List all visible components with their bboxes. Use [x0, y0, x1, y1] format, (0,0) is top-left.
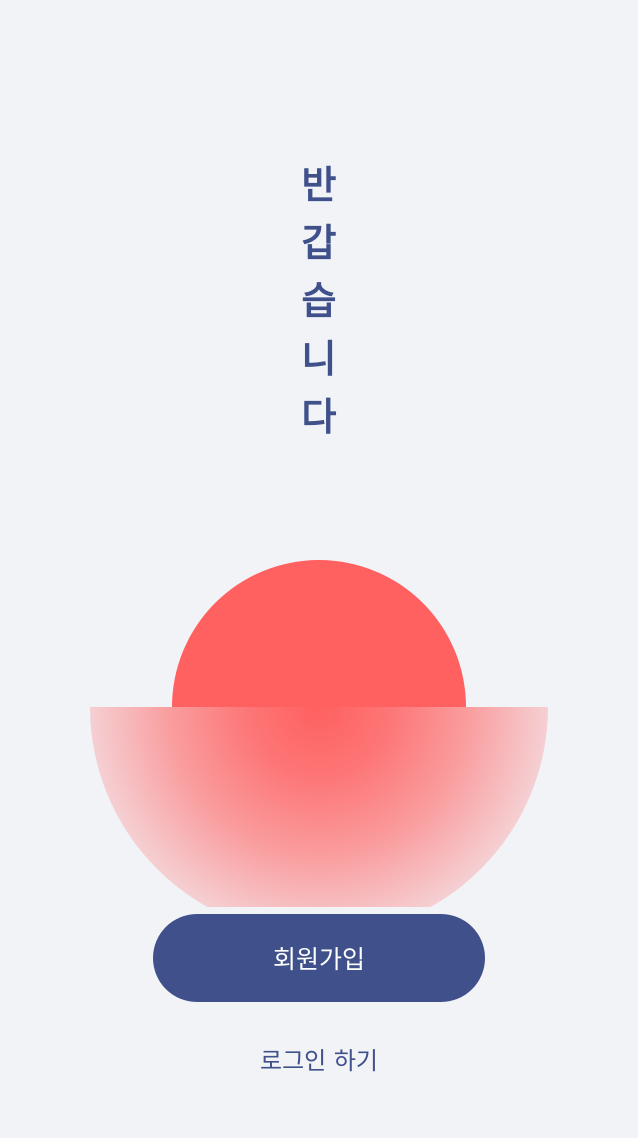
welcome-title-char: 다	[301, 395, 337, 439]
welcome-title-char: 니	[301, 337, 337, 381]
sunset-icon	[0, 540, 638, 920]
welcome-title-char: 반	[301, 163, 337, 207]
login-link[interactable]: 로그인 하기	[219, 1038, 419, 1078]
welcome-title-char: 갑	[301, 221, 337, 265]
sun-reflection-gradient	[90, 707, 548, 907]
sun-disc	[172, 560, 466, 707]
welcome-title: 반 갑 습 니 다	[289, 156, 349, 446]
sun-reflection-glow	[90, 707, 548, 907]
signup-button[interactable]: 회원가입	[153, 914, 485, 1002]
welcome-screen: 반 갑 습 니 다 회원가입 로그인 하기	[0, 0, 638, 1138]
welcome-title-char: 습	[301, 279, 337, 323]
